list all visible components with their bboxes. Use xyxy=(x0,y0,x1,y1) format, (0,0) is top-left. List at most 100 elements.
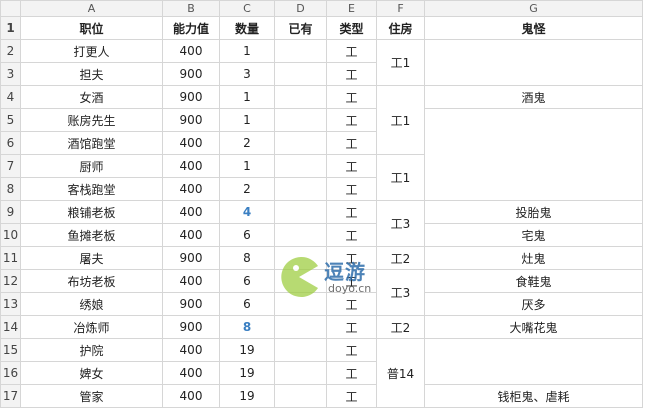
row-number[interactable]: 1 xyxy=(0,16,21,40)
row-number[interactable]: 15 xyxy=(0,338,21,362)
cell-ability[interactable]: 400 xyxy=(162,384,220,408)
cell-owned[interactable] xyxy=(274,223,327,247)
cell-count[interactable]: 8 xyxy=(219,315,275,339)
header-cell-housing[interactable]: 住房 xyxy=(376,16,425,40)
column-header-b[interactable]: B xyxy=(162,0,220,17)
cell-count[interactable]: 2 xyxy=(219,177,275,201)
cell-count[interactable]: 1 xyxy=(219,108,275,132)
column-header-e[interactable]: E xyxy=(326,0,377,17)
cell-job[interactable]: 账房先生 xyxy=(20,108,163,132)
cell-count[interactable]: 1 xyxy=(219,85,275,109)
cell-type[interactable]: 工 xyxy=(326,62,377,86)
select-all-corner[interactable] xyxy=(0,0,21,17)
cell-ability[interactable]: 900 xyxy=(162,62,220,86)
cell-owned[interactable] xyxy=(274,108,327,132)
cell-job[interactable]: 护院 xyxy=(20,338,163,362)
header-cell-job[interactable]: 职位 xyxy=(20,16,163,40)
cell-housing[interactable]: 普14 xyxy=(376,338,425,408)
cell-type[interactable]: 工 xyxy=(326,200,377,224)
cell-job[interactable]: 鱼摊老板 xyxy=(20,223,163,247)
cell-ghost[interactable] xyxy=(424,39,643,86)
row-number[interactable]: 8 xyxy=(0,177,21,201)
cell-ability[interactable]: 900 xyxy=(162,108,220,132)
cell-housing[interactable]: 工2 xyxy=(376,315,425,339)
cell-ability[interactable]: 400 xyxy=(162,39,220,63)
cell-ability[interactable]: 900 xyxy=(162,246,220,270)
cell-owned[interactable] xyxy=(274,85,327,109)
cell-owned[interactable] xyxy=(274,177,327,201)
row-number[interactable]: 12 xyxy=(0,269,21,293)
cell-count[interactable]: 8 xyxy=(219,246,275,270)
cell-type[interactable]: 工 xyxy=(326,85,377,109)
cell-count[interactable]: 6 xyxy=(219,269,275,293)
cell-job[interactable]: 担夫 xyxy=(20,62,163,86)
cell-job[interactable]: 酒馆跑堂 xyxy=(20,131,163,155)
header-cell-ghost[interactable]: 鬼怪 xyxy=(424,16,643,40)
cell-count[interactable]: 3 xyxy=(219,62,275,86)
cell-type[interactable]: 工 xyxy=(326,154,377,178)
cell-count[interactable]: 6 xyxy=(219,223,275,247)
cell-ghost[interactable]: 宅鬼 xyxy=(424,223,643,247)
row-number[interactable]: 2 xyxy=(0,39,21,63)
cell-ability[interactable]: 400 xyxy=(162,131,220,155)
cell-type[interactable]: 工 xyxy=(326,361,377,385)
cell-count[interactable]: 6 xyxy=(219,292,275,316)
row-number[interactable]: 16 xyxy=(0,361,21,385)
cell-owned[interactable] xyxy=(274,338,327,362)
column-header-a[interactable]: A xyxy=(20,0,163,17)
cell-type[interactable]: 工 xyxy=(326,108,377,132)
cell-ghost[interactable]: 投胎鬼 xyxy=(424,200,643,224)
cell-count[interactable]: 1 xyxy=(219,154,275,178)
cell-job[interactable]: 冶炼师 xyxy=(20,315,163,339)
cell-count[interactable]: 2 xyxy=(219,131,275,155)
row-number[interactable]: 13 xyxy=(0,292,21,316)
cell-job[interactable]: 屠夫 xyxy=(20,246,163,270)
cell-ghost[interactable]: 钱柜鬼、虐耗 xyxy=(424,384,643,408)
cell-job[interactable]: 绣娘 xyxy=(20,292,163,316)
cell-ability[interactable]: 400 xyxy=(162,200,220,224)
cell-count[interactable]: 19 xyxy=(219,384,275,408)
column-header-g[interactable]: G xyxy=(424,0,643,17)
cell-owned[interactable] xyxy=(274,62,327,86)
column-header-d[interactable]: D xyxy=(274,0,327,17)
cell-ability[interactable]: 900 xyxy=(162,292,220,316)
column-header-c[interactable]: C xyxy=(219,0,275,17)
cell-job[interactable]: 粮铺老板 xyxy=(20,200,163,224)
header-cell-count[interactable]: 数量 xyxy=(219,16,275,40)
cell-type[interactable]: 工 xyxy=(326,315,377,339)
row-number[interactable]: 7 xyxy=(0,154,21,178)
cell-ghost[interactable]: 灶鬼 xyxy=(424,246,643,270)
cell-job[interactable]: 婢女 xyxy=(20,361,163,385)
row-number[interactable]: 5 xyxy=(0,108,21,132)
cell-type[interactable]: 工 xyxy=(326,338,377,362)
cell-job[interactable]: 布坊老板 xyxy=(20,269,163,293)
column-header-f[interactable]: F xyxy=(376,0,425,17)
cell-job[interactable]: 管家 xyxy=(20,384,163,408)
cell-ghost[interactable] xyxy=(424,108,643,201)
cell-ability[interactable]: 900 xyxy=(162,85,220,109)
header-cell-owned[interactable]: 已有 xyxy=(274,16,327,40)
cell-ability[interactable]: 400 xyxy=(162,177,220,201)
row-number[interactable]: 9 xyxy=(0,200,21,224)
cell-job[interactable]: 客栈跑堂 xyxy=(20,177,163,201)
cell-owned[interactable] xyxy=(274,361,327,385)
row-number[interactable]: 17 xyxy=(0,384,21,408)
cell-ghost[interactable]: 厌多 xyxy=(424,292,643,316)
cell-owned[interactable] xyxy=(274,131,327,155)
cell-owned[interactable] xyxy=(274,384,327,408)
cell-ghost[interactable] xyxy=(424,338,643,385)
cell-count[interactable]: 4 xyxy=(219,200,275,224)
cell-ability[interactable]: 400 xyxy=(162,223,220,247)
cell-type[interactable]: 工 xyxy=(326,177,377,201)
row-number[interactable]: 6 xyxy=(0,131,21,155)
cell-ghost[interactable]: 酒鬼 xyxy=(424,85,643,109)
cell-owned[interactable] xyxy=(274,200,327,224)
cell-count[interactable]: 19 xyxy=(219,338,275,362)
cell-type[interactable]: 工 xyxy=(326,384,377,408)
cell-owned[interactable] xyxy=(274,39,327,63)
cell-housing[interactable]: 工1 xyxy=(376,39,425,86)
cell-type[interactable]: 工 xyxy=(326,131,377,155)
cell-housing[interactable]: 工1 xyxy=(376,85,425,155)
cell-housing[interactable]: 工1 xyxy=(376,154,425,201)
header-cell-type[interactable]: 类型 xyxy=(326,16,377,40)
